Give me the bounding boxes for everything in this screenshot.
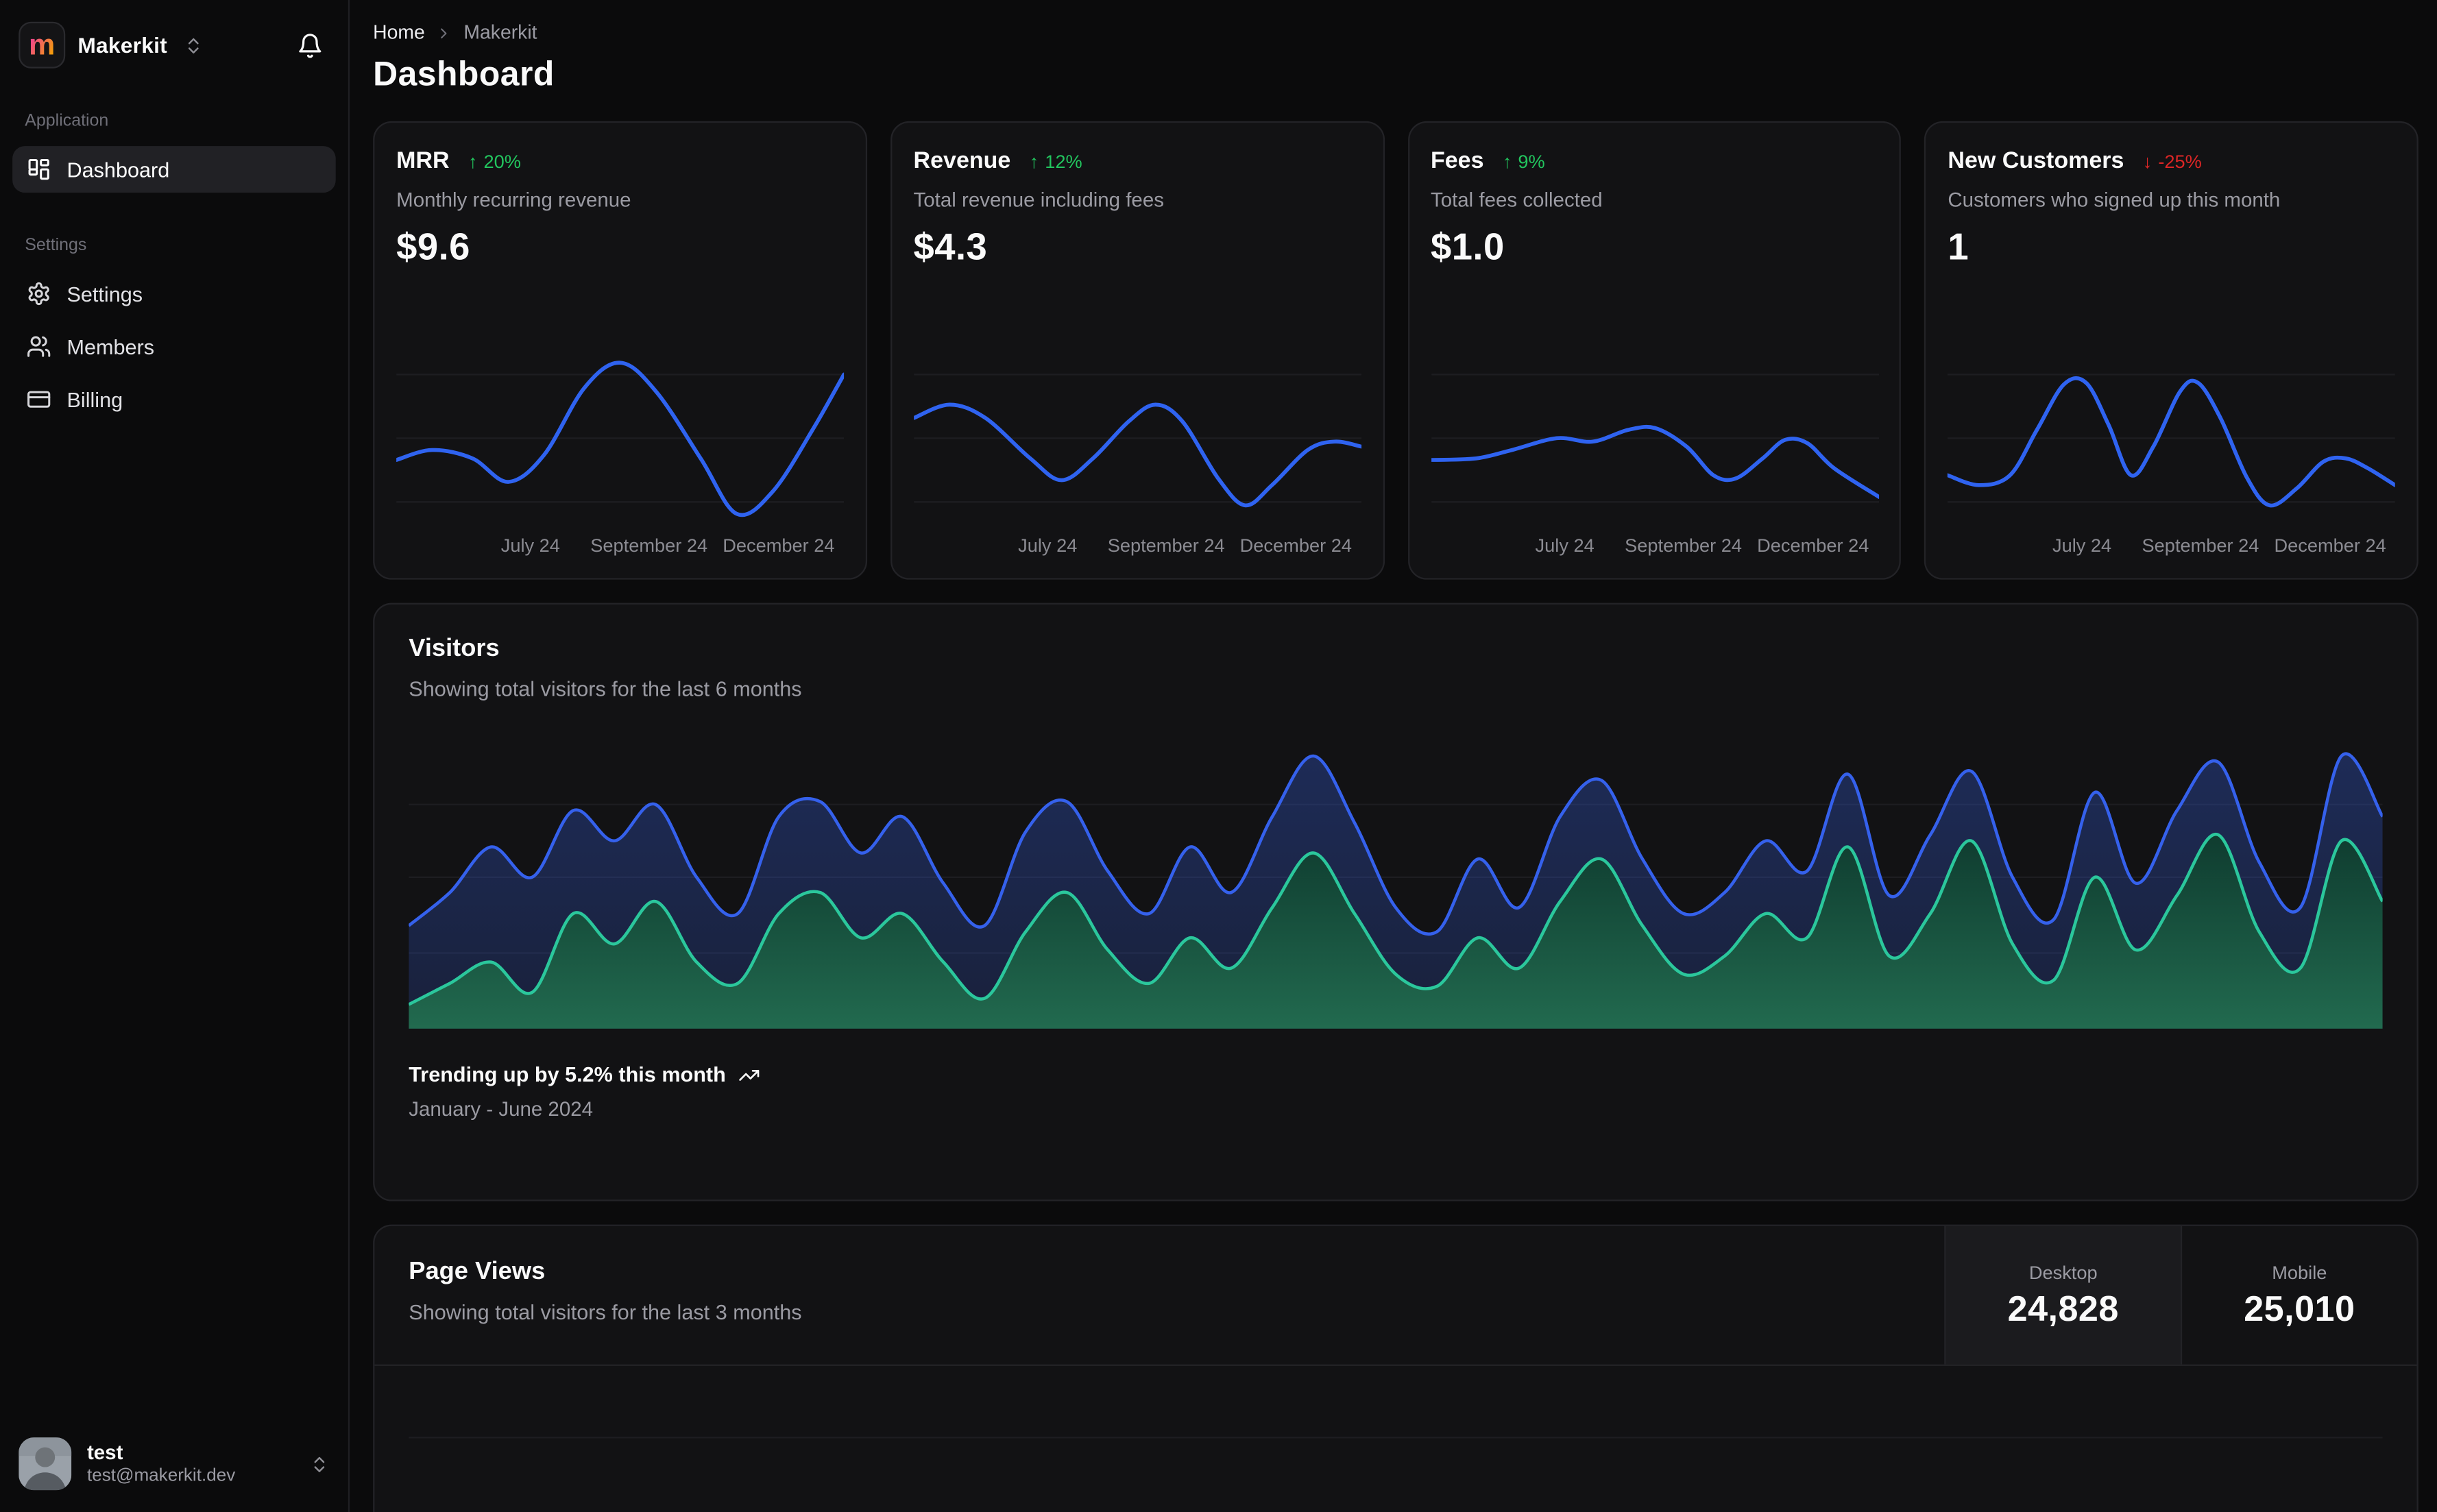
app-window: m Makerkit Application Dashboard Setting… <box>0 0 2437 1512</box>
mrr-line-chart <box>396 354 845 522</box>
logo-letter: m <box>29 28 56 62</box>
user-account-menu[interactable]: test test@makerkit.dev <box>12 1431 336 1496</box>
breadcrumb: Home Makerkit <box>373 22 2418 44</box>
revenue-line-chart <box>913 354 1361 522</box>
trend-badge: ↑ 9% <box>1502 150 1545 173</box>
sidebar-item-label: Billing <box>66 387 123 411</box>
tab-mobile[interactable]: Mobile 25,010 <box>2180 1226 2417 1365</box>
stat-card-mrr: MRR ↑ 20% Monthly recurring revenue $9.6 … <box>373 121 867 580</box>
visitors-date-range: January - June 2024 <box>409 1097 594 1121</box>
tab-desktop[interactable]: Desktop 24,828 <box>1944 1226 2181 1365</box>
stat-value: 1 <box>1948 227 1969 269</box>
breadcrumb-home-link[interactable]: Home <box>373 22 425 44</box>
visitors-subtitle: Showing total visitors for the last 6 mo… <box>409 677 802 701</box>
chevron-right-icon <box>436 24 453 41</box>
stat-title: New Customers <box>1948 147 2124 174</box>
stat-value: $9.6 <box>396 227 470 269</box>
x-axis-labels: July 24 September 24 December 24 <box>1535 534 1869 557</box>
visitors-footer: Trending up by 5.2% this month January -… <box>409 1063 2382 1121</box>
visitors-title: Visitors <box>409 635 500 662</box>
sidebar-item-settings[interactable]: Settings <box>12 270 336 317</box>
x-axis-labels: July 24 September 24 December 24 <box>2052 534 2386 557</box>
new-customers-line-chart <box>1948 354 2396 522</box>
stat-subtitle: Monthly recurring revenue <box>396 188 631 212</box>
tab-mobile-value: 25,010 <box>2244 1287 2355 1328</box>
avatar <box>19 1437 72 1491</box>
x-axis-labels: July 24 September 24 December 24 <box>500 534 835 557</box>
stat-title: Fees <box>1430 147 1484 174</box>
stat-subtitle: Customers who signed up this month <box>1948 188 2281 212</box>
stat-subtitle: Total fees collected <box>1430 188 1603 212</box>
visitors-trend-text: Trending up by 5.2% this month <box>409 1062 726 1086</box>
sidebar-item-billing[interactable]: Billing <box>12 376 336 423</box>
dashboard-icon <box>28 159 49 180</box>
arrow-down-icon: ↓ <box>2142 150 2153 173</box>
trend-badge: ↑ 20% <box>468 150 521 173</box>
sidebar: m Makerkit Application Dashboard Setting… <box>0 0 350 1512</box>
page-views-title: Page Views <box>409 1258 546 1285</box>
trending-up-icon <box>739 1069 760 1080</box>
stat-value: $4.3 <box>913 227 988 269</box>
workspace-selector[interactable]: m Makerkit <box>12 19 336 71</box>
page-views-subtitle: Showing total visitors for the last 3 mo… <box>409 1300 802 1324</box>
stat-value: $1.0 <box>1430 227 1505 269</box>
arrow-up-icon: ↑ <box>1502 150 1512 173</box>
fees-line-chart <box>1430 354 1878 522</box>
stat-card-new-customers: New Customers ↓ -25% Customers who signed… <box>1924 121 2418 580</box>
workspace-name: Makerkit <box>77 32 167 58</box>
page-title: Dashboard <box>373 54 555 94</box>
visitors-card: Visitors Showing total visitors for the … <box>373 602 2418 1202</box>
page-views-card: Page Views Showing total visitors for th… <box>373 1224 2418 1512</box>
stat-cards-row: MRR ↑ 20% Monthly recurring revenue $9.6 … <box>373 121 2418 580</box>
arrow-up-icon: ↑ <box>1029 150 1039 173</box>
sidebar-item-dashboard[interactable]: Dashboard <box>12 146 336 193</box>
chevrons-up-down-icon <box>183 35 203 55</box>
stat-card-revenue: Revenue ↑ 12% Total revenue including fee… <box>890 121 1384 580</box>
section-label-application: Application <box>25 112 109 131</box>
tab-desktop-value: 24,828 <box>2007 1287 2119 1328</box>
arrow-up-icon: ↑ <box>468 150 478 173</box>
trend-badge: ↓ -25% <box>2142 150 2202 173</box>
stat-title: Revenue <box>913 147 1011 174</box>
sidebar-item-label: Settings <box>66 282 143 306</box>
chevrons-up-down-icon <box>309 1454 329 1474</box>
page-views-bar-chart <box>409 1382 2383 1512</box>
page-views-header: Page Views Showing total visitors for th… <box>374 1226 2417 1366</box>
makerkit-logo: m <box>19 21 66 69</box>
tab-mobile-label: Mobile <box>2272 1260 2327 1283</box>
users-icon <box>27 336 51 357</box>
sidebar-item-members[interactable]: Members <box>12 324 336 370</box>
breadcrumb-current: Makerkit <box>463 21 537 44</box>
main-content: Home Makerkit Dashboard MRR ↑ 20% Monthly… <box>350 0 2437 1512</box>
credit-card-icon <box>27 391 51 408</box>
sidebar-item-label: Dashboard <box>66 158 170 182</box>
stat-card-fees: Fees ↑ 9% Total fees collected $1.0 July … <box>1407 121 1902 580</box>
x-axis-labels: July 24 September 24 December 24 <box>1018 534 1353 557</box>
section-label-settings: Settings <box>25 236 87 255</box>
stat-title: MRR <box>396 147 450 174</box>
stat-subtitle: Total revenue including fees <box>913 188 1164 212</box>
user-meta: test test@makerkit.dev <box>87 1440 235 1487</box>
user-email: test@makerkit.dev <box>86 1467 236 1486</box>
visitors-area-chart <box>409 726 2383 1029</box>
sidebar-item-label: Members <box>66 334 155 358</box>
notifications-bell-icon[interactable] <box>291 25 330 64</box>
trend-badge: ↑ 12% <box>1029 150 1082 173</box>
user-name: test <box>86 1440 123 1464</box>
gear-icon <box>28 282 49 306</box>
tab-desktop-label: Desktop <box>2028 1260 2098 1283</box>
